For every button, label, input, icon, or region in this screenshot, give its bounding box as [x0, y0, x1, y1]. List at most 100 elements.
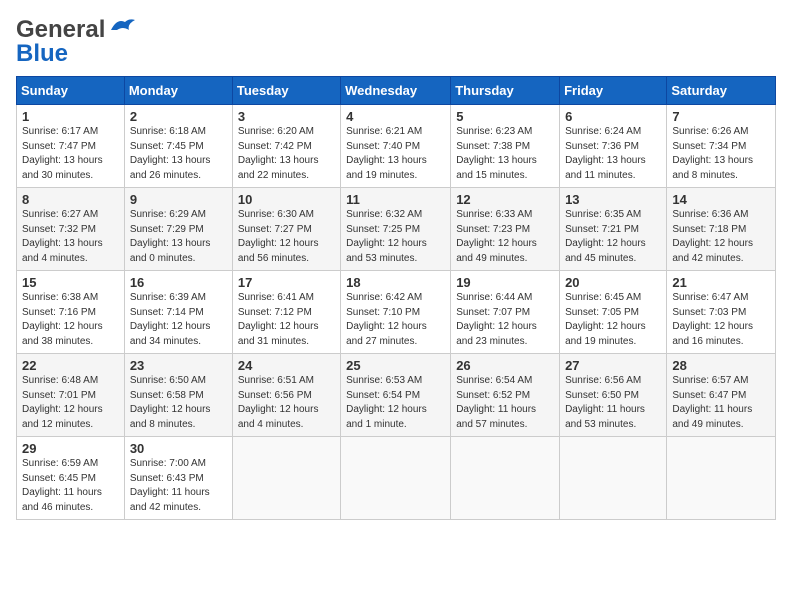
- day-number: 2: [130, 109, 227, 124]
- day-info: Sunrise: 6:38 AM Sunset: 7:16 PM Dayligh…: [22, 291, 119, 349]
- day-of-week-header: Monday: [124, 77, 232, 105]
- day-number: 1: [22, 109, 119, 124]
- calendar-day-cell: 12Sunrise: 6:33 AM Sunset: 7:23 PM Dayli…: [451, 188, 560, 271]
- day-number: 12: [456, 192, 554, 207]
- day-info: Sunrise: 6:26 AM Sunset: 7:34 PM Dayligh…: [672, 125, 770, 183]
- calendar-week-row: 29Sunrise: 6:59 AM Sunset: 6:45 PM Dayli…: [17, 437, 776, 520]
- calendar-day-cell: 24Sunrise: 6:51 AM Sunset: 6:56 PM Dayli…: [232, 354, 340, 437]
- day-info: Sunrise: 6:39 AM Sunset: 7:14 PM Dayligh…: [130, 291, 227, 349]
- day-of-week-header: Friday: [560, 77, 667, 105]
- day-info: Sunrise: 7:00 AM Sunset: 6:43 PM Dayligh…: [130, 457, 227, 515]
- day-number: 25: [346, 358, 445, 373]
- day-info: Sunrise: 6:27 AM Sunset: 7:32 PM Dayligh…: [22, 208, 119, 266]
- day-of-week-header: Saturday: [667, 77, 776, 105]
- day-number: 23: [130, 358, 227, 373]
- calendar-week-row: 1Sunrise: 6:17 AM Sunset: 7:47 PM Daylig…: [17, 105, 776, 188]
- day-number: 3: [238, 109, 335, 124]
- calendar-day-cell: [560, 437, 667, 520]
- day-info: Sunrise: 6:30 AM Sunset: 7:27 PM Dayligh…: [238, 208, 335, 266]
- day-info: Sunrise: 6:47 AM Sunset: 7:03 PM Dayligh…: [672, 291, 770, 349]
- calendar-day-cell: 25Sunrise: 6:53 AM Sunset: 6:54 PM Dayli…: [341, 354, 451, 437]
- calendar-day-cell: 29Sunrise: 6:59 AM Sunset: 6:45 PM Dayli…: [17, 437, 125, 520]
- day-number: 14: [672, 192, 770, 207]
- calendar-week-row: 8Sunrise: 6:27 AM Sunset: 7:32 PM Daylig…: [17, 188, 776, 271]
- calendar-day-cell: 20Sunrise: 6:45 AM Sunset: 7:05 PM Dayli…: [560, 271, 667, 354]
- calendar-day-cell: [341, 437, 451, 520]
- calendar-day-cell: 9Sunrise: 6:29 AM Sunset: 7:29 PM Daylig…: [124, 188, 232, 271]
- day-number: 19: [456, 275, 554, 290]
- calendar-day-cell: 18Sunrise: 6:42 AM Sunset: 7:10 PM Dayli…: [341, 271, 451, 354]
- calendar-day-cell: 7Sunrise: 6:26 AM Sunset: 7:34 PM Daylig…: [667, 105, 776, 188]
- day-number: 11: [346, 192, 445, 207]
- day-info: Sunrise: 6:48 AM Sunset: 7:01 PM Dayligh…: [22, 374, 119, 432]
- day-info: Sunrise: 6:57 AM Sunset: 6:47 PM Dayligh…: [672, 374, 770, 432]
- calendar-day-cell: [667, 437, 776, 520]
- page-header: General Blue: [16, 16, 776, 68]
- day-number: 8: [22, 192, 119, 207]
- day-number: 10: [238, 192, 335, 207]
- calendar-day-cell: 15Sunrise: 6:38 AM Sunset: 7:16 PM Dayli…: [17, 271, 125, 354]
- day-info: Sunrise: 6:56 AM Sunset: 6:50 PM Dayligh…: [565, 374, 661, 432]
- day-info: Sunrise: 6:36 AM Sunset: 7:18 PM Dayligh…: [672, 208, 770, 266]
- calendar-header-row: SundayMondayTuesdayWednesdayThursdayFrid…: [17, 77, 776, 105]
- calendar-day-cell: 3Sunrise: 6:20 AM Sunset: 7:42 PM Daylig…: [232, 105, 340, 188]
- day-info: Sunrise: 6:17 AM Sunset: 7:47 PM Dayligh…: [22, 125, 119, 183]
- calendar-day-cell: 1Sunrise: 6:17 AM Sunset: 7:47 PM Daylig…: [17, 105, 125, 188]
- day-number: 17: [238, 275, 335, 290]
- day-info: Sunrise: 6:41 AM Sunset: 7:12 PM Dayligh…: [238, 291, 335, 349]
- calendar-day-cell: 5Sunrise: 6:23 AM Sunset: 7:38 PM Daylig…: [451, 105, 560, 188]
- day-number: 4: [346, 109, 445, 124]
- day-number: 28: [672, 358, 770, 373]
- calendar-day-cell: 4Sunrise: 6:21 AM Sunset: 7:40 PM Daylig…: [341, 105, 451, 188]
- day-number: 16: [130, 275, 227, 290]
- day-info: Sunrise: 6:29 AM Sunset: 7:29 PM Dayligh…: [130, 208, 227, 266]
- day-info: Sunrise: 6:33 AM Sunset: 7:23 PM Dayligh…: [456, 208, 554, 266]
- day-number: 13: [565, 192, 661, 207]
- day-of-week-header: Thursday: [451, 77, 560, 105]
- calendar-day-cell: 14Sunrise: 6:36 AM Sunset: 7:18 PM Dayli…: [667, 188, 776, 271]
- day-number: 7: [672, 109, 770, 124]
- day-number: 18: [346, 275, 445, 290]
- day-number: 6: [565, 109, 661, 124]
- day-number: 9: [130, 192, 227, 207]
- calendar-table: SundayMondayTuesdayWednesdayThursdayFrid…: [16, 76, 776, 520]
- day-info: Sunrise: 6:35 AM Sunset: 7:21 PM Dayligh…: [565, 208, 661, 266]
- day-of-week-header: Sunday: [17, 77, 125, 105]
- calendar-day-cell: 17Sunrise: 6:41 AM Sunset: 7:12 PM Dayli…: [232, 271, 340, 354]
- calendar-day-cell: 23Sunrise: 6:50 AM Sunset: 6:58 PM Dayli…: [124, 354, 232, 437]
- logo: General Blue: [16, 16, 137, 68]
- day-number: 30: [130, 441, 227, 456]
- day-info: Sunrise: 6:54 AM Sunset: 6:52 PM Dayligh…: [456, 374, 554, 432]
- day-info: Sunrise: 6:20 AM Sunset: 7:42 PM Dayligh…: [238, 125, 335, 183]
- calendar-day-cell: 30Sunrise: 7:00 AM Sunset: 6:43 PM Dayli…: [124, 437, 232, 520]
- calendar-day-cell: 26Sunrise: 6:54 AM Sunset: 6:52 PM Dayli…: [451, 354, 560, 437]
- day-number: 29: [22, 441, 119, 456]
- day-info: Sunrise: 6:59 AM Sunset: 6:45 PM Dayligh…: [22, 457, 119, 515]
- day-number: 20: [565, 275, 661, 290]
- calendar-week-row: 22Sunrise: 6:48 AM Sunset: 7:01 PM Dayli…: [17, 354, 776, 437]
- calendar-day-cell: 21Sunrise: 6:47 AM Sunset: 7:03 PM Dayli…: [667, 271, 776, 354]
- calendar-day-cell: 8Sunrise: 6:27 AM Sunset: 7:32 PM Daylig…: [17, 188, 125, 271]
- day-number: 26: [456, 358, 554, 373]
- day-of-week-header: Tuesday: [232, 77, 340, 105]
- day-info: Sunrise: 6:45 AM Sunset: 7:05 PM Dayligh…: [565, 291, 661, 349]
- calendar-day-cell: 11Sunrise: 6:32 AM Sunset: 7:25 PM Dayli…: [341, 188, 451, 271]
- calendar-day-cell: 10Sunrise: 6:30 AM Sunset: 7:27 PM Dayli…: [232, 188, 340, 271]
- calendar-day-cell: 19Sunrise: 6:44 AM Sunset: 7:07 PM Dayli…: [451, 271, 560, 354]
- calendar-day-cell: 28Sunrise: 6:57 AM Sunset: 6:47 PM Dayli…: [667, 354, 776, 437]
- day-info: Sunrise: 6:42 AM Sunset: 7:10 PM Dayligh…: [346, 291, 445, 349]
- calendar-day-cell: [232, 437, 340, 520]
- logo-bird-icon: [107, 16, 137, 38]
- day-number: 5: [456, 109, 554, 124]
- day-info: Sunrise: 6:53 AM Sunset: 6:54 PM Dayligh…: [346, 374, 445, 432]
- calendar-day-cell: 22Sunrise: 6:48 AM Sunset: 7:01 PM Dayli…: [17, 354, 125, 437]
- day-info: Sunrise: 6:44 AM Sunset: 7:07 PM Dayligh…: [456, 291, 554, 349]
- day-info: Sunrise: 6:24 AM Sunset: 7:36 PM Dayligh…: [565, 125, 661, 183]
- day-info: Sunrise: 6:51 AM Sunset: 6:56 PM Dayligh…: [238, 374, 335, 432]
- day-number: 22: [22, 358, 119, 373]
- day-number: 21: [672, 275, 770, 290]
- calendar-day-cell: [451, 437, 560, 520]
- day-info: Sunrise: 6:50 AM Sunset: 6:58 PM Dayligh…: [130, 374, 227, 432]
- logo-blue-text: Blue: [16, 40, 68, 67]
- day-info: Sunrise: 6:18 AM Sunset: 7:45 PM Dayligh…: [130, 125, 227, 183]
